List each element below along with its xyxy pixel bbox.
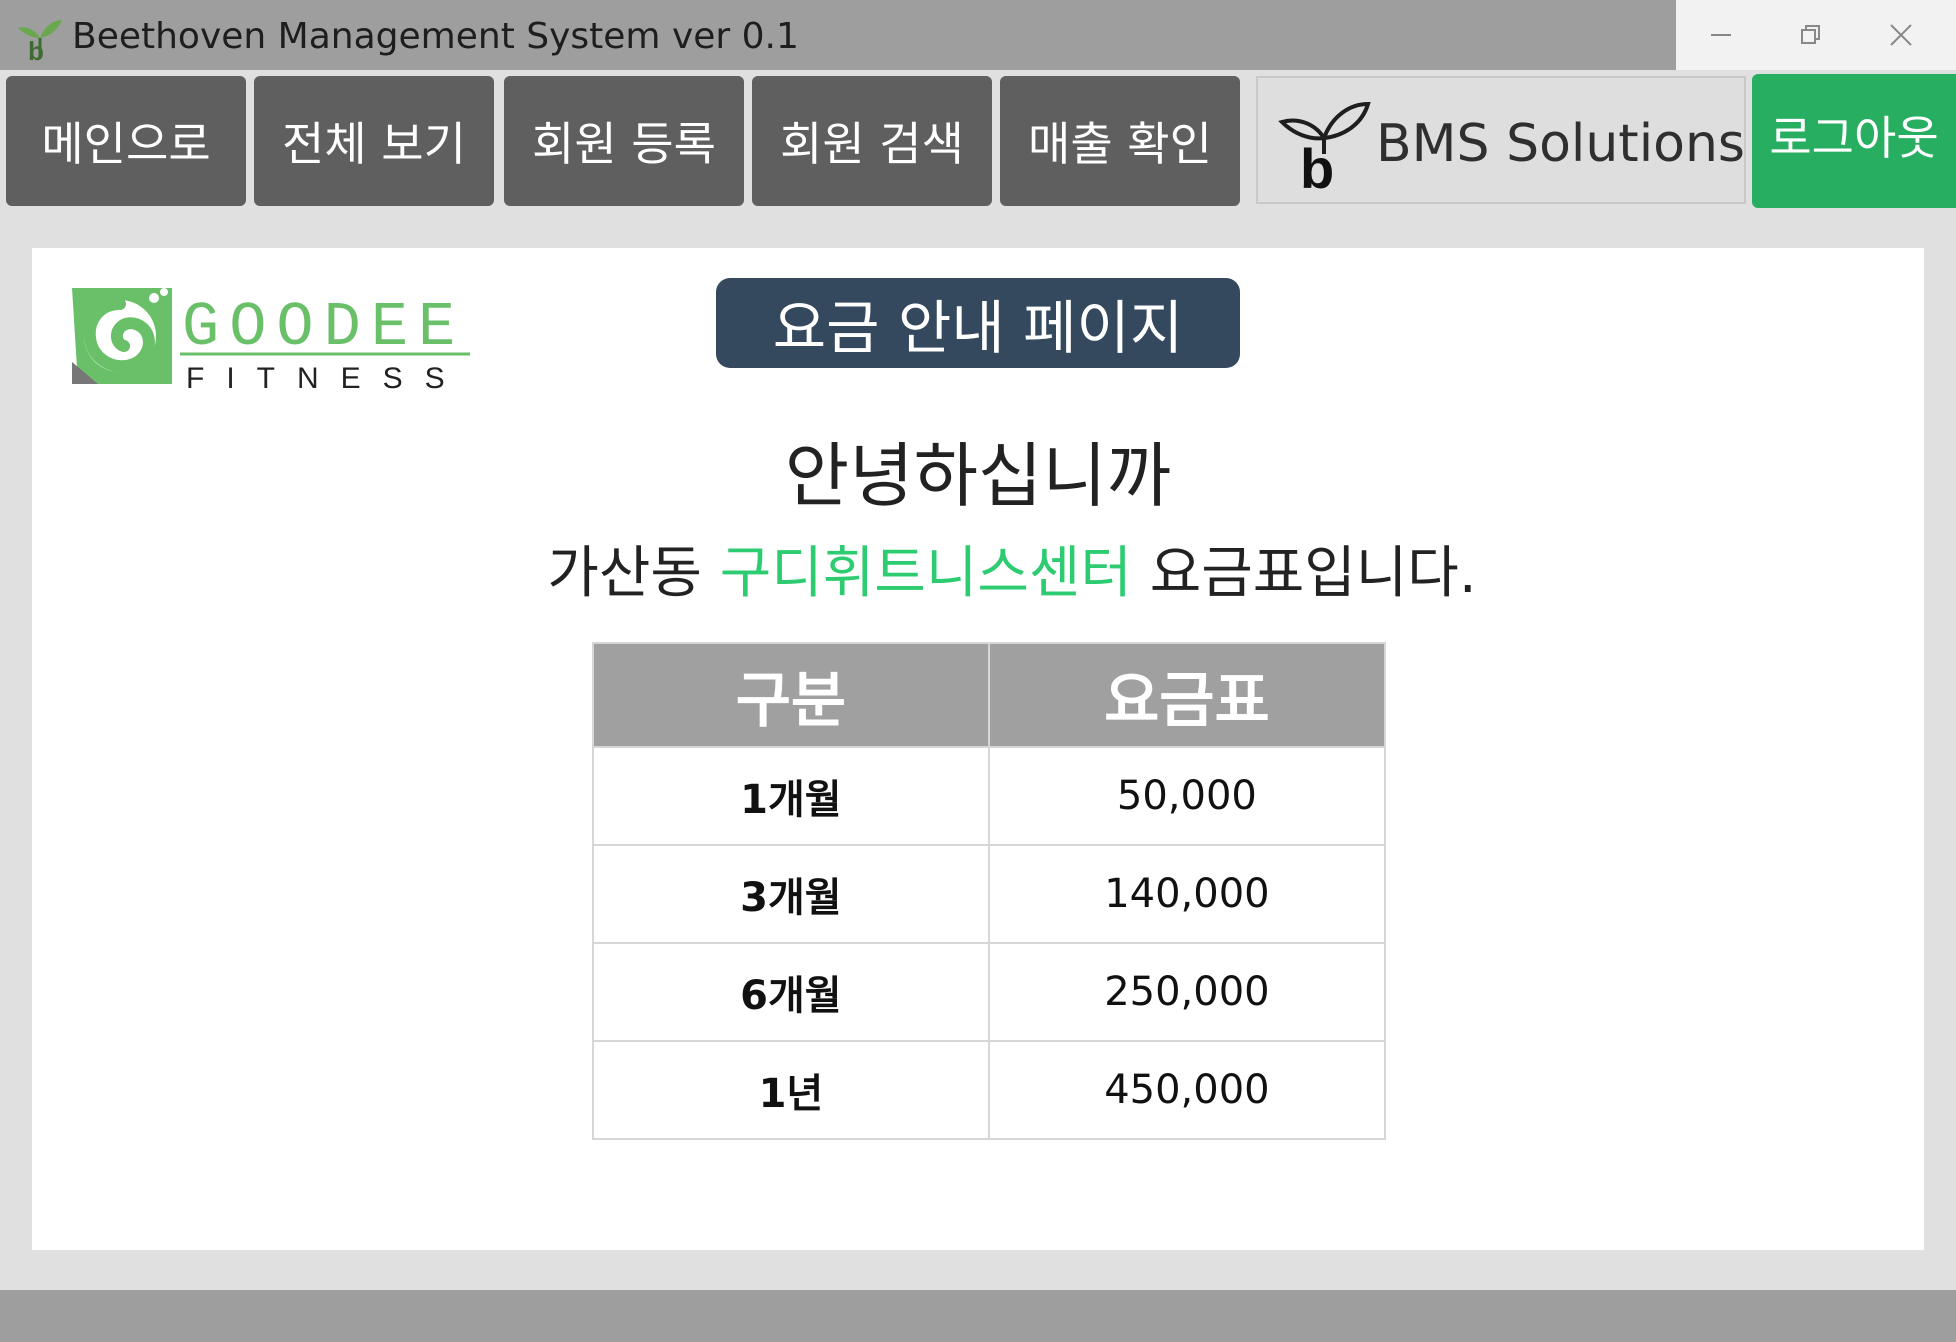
table-row: 3개월 140,000 (592, 844, 1387, 944)
window-title: Beethoven Management System ver 0.1 (72, 16, 799, 57)
subtitle-prefix: 가산동 (547, 541, 720, 606)
subtitle-suffix: 요금표입니다. (1131, 541, 1477, 606)
price-cell: 140,000 (987, 844, 1387, 944)
subtitle-text: 가산동 구디휘트니스센터 요금표입니다. (32, 528, 1956, 609)
column-header-period: 구분 (592, 642, 990, 748)
sprout-b-icon: b (18, 20, 62, 62)
close-icon (1890, 24, 1912, 46)
table-header-row: 구분 요금표 (592, 642, 1387, 748)
sprout-b-logo: b (1278, 101, 1371, 190)
close-button[interactable] (1856, 0, 1946, 70)
goodee-fitness-logo: GOODEE FITNESS (72, 284, 470, 395)
svg-text:b: b (1300, 137, 1334, 190)
period-cell: 1개월 (592, 746, 990, 846)
logout-button[interactable]: 로그아웃 (1752, 74, 1956, 208)
table-row: 1년 450,000 (592, 1040, 1387, 1140)
nav-sales-button[interactable]: 매출 확인 (1000, 76, 1240, 206)
svg-text:b: b (28, 36, 44, 62)
greeting-text: 안녕하십니까 (784, 435, 1172, 517)
period-cell: 6개월 (592, 942, 990, 1042)
logo-word-fitness: FITNESS (186, 362, 467, 395)
period-cell: 3개월 (592, 844, 990, 944)
gym-name-highlight: 구디휘트니스센터 (719, 541, 1132, 606)
table-row: 1개월 50,000 (592, 746, 1387, 846)
column-header-price: 요금표 (987, 642, 1387, 748)
nav-search-member-button[interactable]: 회원 검색 (752, 76, 992, 206)
nav-register-member-button[interactable]: 회원 등록 (504, 76, 744, 206)
price-cell: 50,000 (987, 746, 1387, 846)
logo-word-goodee: GOODEE (182, 292, 465, 363)
brand-panel: b BMS Solutions (1256, 76, 1746, 204)
fee-info-panel: GOODEE FITNESS 요금 안내 페이지 안녕하십니까 가산동 구디휘트… (32, 248, 1924, 1250)
price-cell: 450,000 (987, 1040, 1387, 1140)
table-row: 6개월 250,000 (592, 942, 1387, 1042)
restore-button[interactable] (1766, 0, 1856, 70)
brand-name: BMS Solutions (1376, 114, 1746, 174)
price-cell: 250,000 (987, 942, 1387, 1042)
window-controls (1676, 0, 1956, 70)
restore-icon (1801, 25, 1820, 44)
minimize-icon (1711, 34, 1731, 36)
nav-view-all-button[interactable]: 전체 보기 (254, 76, 494, 206)
minimize-button[interactable] (1676, 0, 1766, 70)
nav-bar: 메인으로 전체 보기 회원 등록 회원 검색 매출 확인 b BMS Solut… (0, 70, 1956, 210)
status-bar (0, 1290, 1956, 1342)
price-table: 구분 요금표 1개월 50,000 3개월 140,000 6개월 250,00… (592, 642, 1387, 1140)
title-bar: b Beethoven Management System ver 0.1 (0, 0, 1956, 70)
page-title: 요금 안내 페이지 (716, 278, 1240, 368)
nav-main-button[interactable]: 메인으로 (6, 76, 246, 206)
period-cell: 1년 (592, 1040, 990, 1140)
